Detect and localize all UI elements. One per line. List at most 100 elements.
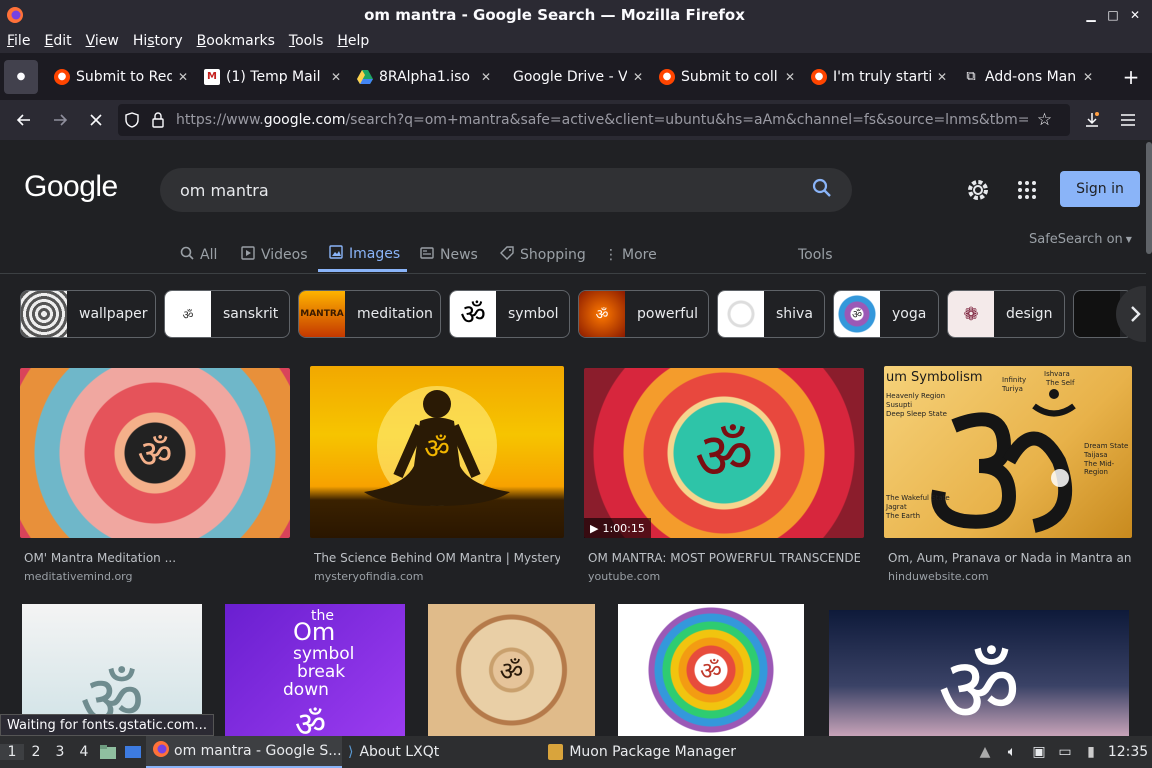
search-icon (180, 246, 194, 264)
menu-bar: File Edit View History Bookmarks Tools H… (0, 29, 1152, 53)
chip-yoga[interactable]: ॐ yoga (833, 290, 939, 338)
result-title[interactable]: OM' Mantra Meditation ... (24, 551, 286, 565)
tab-close-icon[interactable]: ✕ (937, 70, 947, 84)
power-icon[interactable]: ▮ (1078, 744, 1104, 760)
search-input[interactable]: om mantra (180, 181, 812, 200)
app-menu-button[interactable] (1110, 104, 1146, 136)
result-image[interactable]: ॐ (618, 604, 804, 736)
tray-arrow-icon[interactable]: ▲ (972, 744, 998, 760)
volume-icon[interactable]: 🔈︎ (998, 744, 1026, 760)
safesearch-toggle[interactable]: SafeSearch on ▼ (1029, 232, 1132, 247)
mail-icon: M (204, 68, 220, 85)
chip-wallpaper[interactable]: wallpaper (20, 290, 156, 338)
clipboard-icon[interactable]: ▣ (1026, 744, 1052, 760)
google-logo[interactable]: Google (24, 170, 118, 204)
reddit-icon: ● (54, 68, 70, 85)
om-symbol-icon: ॐ (499, 657, 524, 687)
image-result[interactable]: ॐ The Science Behind OM Mantra | Mystery… (310, 366, 564, 583)
downloads-button[interactable] (1074, 104, 1110, 136)
chip-symbol[interactable]: ॐ symbol (449, 290, 570, 338)
result-site: hinduwebsite.com (888, 570, 989, 583)
result-image[interactable]: ॐ (20, 368, 290, 538)
tab-google-drive[interactable]: Google Drive - Vi ✕ (499, 59, 651, 95)
minimize-icon[interactable]: ▁ (1080, 8, 1102, 22)
shield-icon[interactable] (118, 112, 146, 128)
workspace-3[interactable]: 3 (48, 744, 72, 760)
result-title[interactable]: The Science Behind OM Mantra | Mystery .… (314, 551, 560, 565)
menu-tools[interactable]: Tools (282, 33, 331, 49)
stop-button[interactable] (78, 104, 114, 136)
tab-8ralpha1-iso[interactable]: 8RAlpha1.iso ✕ (349, 59, 499, 95)
tab-close-icon[interactable]: ✕ (178, 70, 188, 84)
image-result[interactable]: ॐ OM' Mantra Meditation ... meditativemi… (20, 368, 290, 583)
result-image[interactable]: the Om symbol break down ॐ (225, 604, 405, 736)
lock-icon[interactable] (146, 112, 170, 128)
clock[interactable]: 12:35 (1104, 744, 1152, 760)
menu-history[interactable]: History (126, 33, 190, 49)
scrollbar-thumb[interactable] (1146, 142, 1152, 254)
url-bar[interactable]: https://www.google.com/search?q=om+mantr… (118, 104, 1070, 136)
new-tab-button[interactable]: + (1116, 65, 1146, 89)
tab-submit-to-reddit[interactable]: ● Submit to Red ✕ (46, 59, 196, 95)
network-icon[interactable]: ▭ (1052, 744, 1078, 760)
tab-close-icon[interactable]: ✕ (785, 70, 795, 84)
chip-design[interactable]: ❁ design (947, 290, 1065, 338)
forward-button[interactable] (42, 104, 78, 136)
tab-images[interactable]: Images (318, 238, 407, 272)
result-image[interactable]: ॐ (584, 368, 864, 538)
image-result[interactable]: ॐ ▶ 1:00:15 OM MANTRA: MOST POWERFUL TRAN… (584, 368, 864, 583)
tab-more[interactable]: ⋮ More (604, 238, 657, 272)
chip-thumbnail (718, 291, 764, 337)
video-icon (241, 246, 255, 264)
menu-help[interactable]: Help (330, 33, 376, 49)
bookmark-star-icon[interactable]: ☆ (1030, 110, 1060, 130)
settings-gear-icon[interactable] (964, 176, 992, 208)
page-scrollbar[interactable] (1146, 140, 1152, 736)
menu-view[interactable]: View (79, 33, 126, 49)
maximize-icon[interactable]: □ (1102, 8, 1124, 22)
chip-sanskrit[interactable]: ॐ sanskrit (164, 290, 290, 338)
tab-submit-to-coll[interactable]: ● Submit to coll ✕ (651, 59, 803, 95)
workspace-2[interactable]: 2 (24, 744, 48, 760)
news-icon (420, 246, 434, 264)
tab-close-icon[interactable]: ✕ (1083, 70, 1093, 84)
tab-im-truly-starting[interactable]: ● I'm truly starti ✕ (803, 59, 955, 95)
back-button[interactable] (6, 104, 42, 136)
tab-shopping[interactable]: Shopping (500, 238, 586, 272)
result-image[interactable]: ॐ (310, 366, 564, 538)
taskbar-item-firefox[interactable]: om mantra - Google S... (146, 736, 342, 768)
tab-videos[interactable]: Videos (241, 238, 308, 272)
chip-shiva[interactable]: shiva (717, 290, 825, 338)
file-manager-icon[interactable] (96, 744, 120, 760)
desktop-icon[interactable] (120, 744, 146, 760)
apps-grid-icon[interactable] (1017, 180, 1037, 204)
search-box[interactable]: om mantra (160, 168, 852, 212)
menu-file[interactable]: File (0, 33, 37, 49)
tools-button[interactable]: Tools (798, 238, 833, 272)
chip-powerful[interactable]: ॐ powerful (578, 290, 709, 338)
image-result[interactable]: um Symbolism Infinity Turiya Ishvara The… (884, 366, 1132, 583)
workspace-1[interactable]: 1 (0, 744, 24, 760)
tab-news[interactable]: News (420, 238, 478, 272)
meditating-figure-icon: ॐ (364, 386, 510, 506)
result-title[interactable]: Om, Aum, Pranava or Nada in Mantra and .… (888, 551, 1132, 565)
search-icon[interactable] (812, 178, 832, 202)
tab-close-icon[interactable]: ✕ (481, 70, 491, 84)
tab-all[interactable]: All (180, 238, 217, 272)
tab-overflow-button[interactable]: ● (4, 59, 38, 94)
menu-bookmarks[interactable]: Bookmarks (190, 33, 282, 49)
tab-close-icon[interactable]: ✕ (331, 70, 341, 84)
chip-meditation[interactable]: MANTRA meditation (298, 290, 441, 338)
taskbar-item-about-lxqt[interactable]: ⟩ About LXQt (342, 736, 542, 768)
result-image[interactable]: ॐ (428, 604, 595, 736)
tab-addons-manager[interactable]: ⧉ Add-ons Mana ✕ (955, 59, 1101, 95)
menu-edit[interactable]: Edit (37, 33, 78, 49)
tab-temp-mail[interactable]: M (1) Temp Mail ✕ (196, 59, 349, 95)
result-title[interactable]: OM MANTRA: MOST POWERFUL TRANSCENDE... (588, 551, 860, 565)
result-image[interactable]: ॐ (829, 610, 1129, 736)
taskbar-item-muon[interactable]: Muon Package Manager (542, 736, 742, 768)
tab-close-icon[interactable]: ✕ (633, 70, 643, 84)
workspace-4[interactable]: 4 (72, 744, 96, 760)
close-icon[interactable]: ✕ (1124, 8, 1146, 22)
sign-in-button[interactable]: Sign in (1060, 171, 1140, 207)
